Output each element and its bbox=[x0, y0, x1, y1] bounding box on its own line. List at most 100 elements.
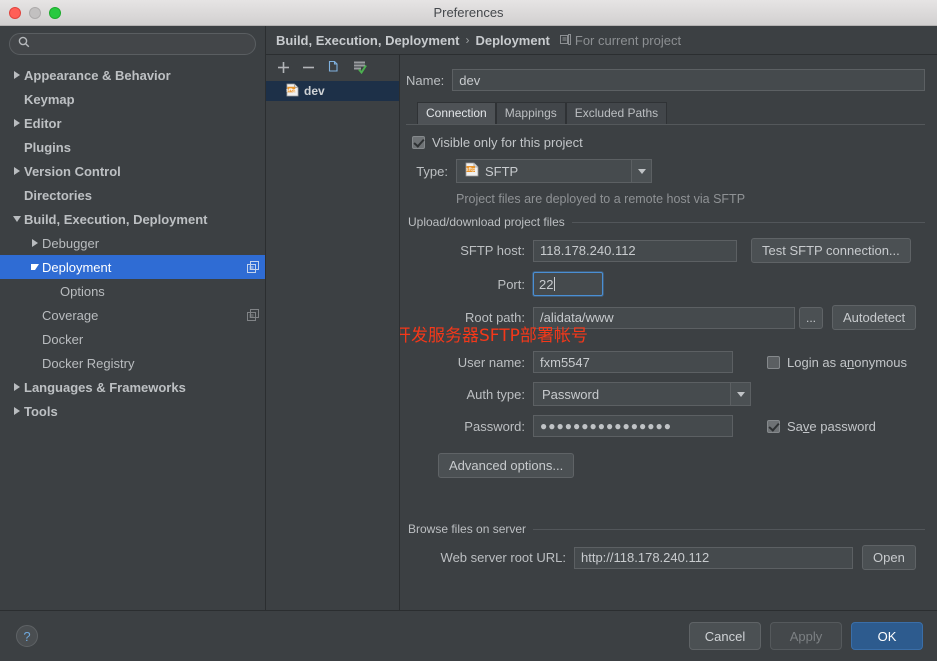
save-password-checkbox[interactable]: Save password bbox=[767, 419, 876, 434]
web-url-input[interactable] bbox=[574, 546, 853, 569]
port-input[interactable]: 22 bbox=[533, 272, 603, 296]
sidebar-item-build-execution-deployment[interactable]: Build, Execution, Deployment bbox=[0, 207, 265, 231]
sidebar-item-plugins[interactable]: Plugins bbox=[0, 135, 265, 159]
login-anonymous-checkbox[interactable]: Login as anonymous bbox=[767, 355, 907, 370]
breadcrumb-separator: › bbox=[465, 33, 470, 47]
sidebar-item-label: Languages & Frameworks bbox=[24, 379, 186, 395]
sidebar-item-options[interactable]: Options bbox=[0, 279, 265, 303]
chevron-right-icon[interactable] bbox=[10, 167, 24, 175]
breadcrumb-root[interactable]: Build, Execution, Deployment bbox=[276, 33, 459, 48]
checkbox-box bbox=[767, 419, 780, 433]
dialog-footer: ? Cancel Apply OK bbox=[0, 610, 937, 661]
type-combo[interactable]: sftp SFTP bbox=[456, 159, 652, 183]
connection-tabs: Connection Mappings Excluded Paths bbox=[417, 102, 925, 124]
search-input[interactable] bbox=[36, 37, 247, 51]
sidebar-item-label: Docker Registry bbox=[42, 355, 135, 371]
auth-type-combo[interactable]: Password bbox=[533, 382, 751, 406]
sidebar-item-deployment[interactable]: Deployment bbox=[0, 255, 265, 279]
visible-only-checkbox[interactable]: Visible only for this project bbox=[412, 135, 583, 150]
sidebar-item-keymap[interactable]: Keymap bbox=[0, 87, 265, 111]
login-anonymous-label: Login as anonymous bbox=[787, 354, 907, 370]
project-scope-icon bbox=[559, 33, 571, 48]
chevron-down-icon[interactable] bbox=[730, 383, 750, 405]
tab-excluded-paths[interactable]: Excluded Paths bbox=[565, 102, 668, 124]
search-box[interactable] bbox=[9, 33, 256, 55]
sidebar-item-appearance-behavior[interactable]: Appearance & Behavior bbox=[0, 63, 265, 87]
sidebar-item-label: Tools bbox=[24, 403, 58, 419]
sidebar-item-version-control[interactable]: Version Control bbox=[0, 159, 265, 183]
window-body: Appearance & Behavior Keymap Editor Plugins… bbox=[0, 26, 937, 610]
checkbox-box bbox=[412, 136, 425, 149]
name-input[interactable] bbox=[452, 69, 925, 91]
user-name-input[interactable] bbox=[533, 351, 733, 373]
help-button[interactable]: ? bbox=[16, 625, 38, 647]
password-value: ●●●●●●●●●●●●●●●● bbox=[540, 419, 672, 433]
sidebar-item-label: Appearance & Behavior bbox=[24, 67, 171, 83]
save-password-label: Save password bbox=[787, 418, 876, 434]
cancel-button[interactable]: Cancel bbox=[689, 622, 761, 650]
sidebar-item-label: Directories bbox=[24, 187, 92, 203]
settings-tree: Appearance & Behavior Keymap Editor Plugins… bbox=[0, 61, 265, 610]
settings-pane: Build, Execution, Deployment › Deploymen… bbox=[266, 26, 937, 610]
server-check-icon[interactable] bbox=[353, 60, 367, 74]
sidebar-item-editor[interactable]: Editor bbox=[0, 111, 265, 135]
chevron-right-icon[interactable] bbox=[28, 239, 42, 247]
sidebar-item-label: Version Control bbox=[24, 163, 121, 179]
type-row: Type: sftp SFTP bbox=[408, 159, 925, 183]
user-name-row: User name: Login as anonymous bbox=[408, 351, 925, 373]
search-icon bbox=[18, 35, 30, 53]
sidebar-item-label: Coverage bbox=[42, 307, 99, 323]
advanced-options-button[interactable]: Advanced options... bbox=[438, 453, 575, 478]
sidebar-item-directories[interactable]: Directories bbox=[0, 183, 265, 207]
password-input[interactable]: ●●●●●●●●●●●●●●●● bbox=[533, 415, 733, 437]
server-list-items: sftp dev bbox=[266, 79, 399, 610]
sidebar-item-debugger[interactable]: Debugger bbox=[0, 231, 265, 255]
password-row: Password: ●●●●●●●●●●●●●●●● Save password bbox=[408, 415, 925, 437]
chevron-right-icon[interactable] bbox=[10, 71, 24, 79]
name-label: Name: bbox=[406, 72, 445, 88]
browse-root-path-button[interactable]: ... bbox=[799, 306, 823, 329]
add-server-button[interactable] bbox=[277, 61, 290, 74]
chevron-down-icon[interactable] bbox=[10, 216, 24, 222]
password-label: Password: bbox=[464, 418, 525, 434]
type-hint-row: Project files are deployed to a remote h… bbox=[408, 192, 925, 206]
tab-mappings[interactable]: Mappings bbox=[495, 102, 566, 124]
connection-tab-panel: Visible only for this project Type: sftp… bbox=[406, 125, 925, 570]
remove-server-button[interactable] bbox=[302, 61, 315, 74]
title-bar: Preferences bbox=[0, 0, 937, 26]
chevron-down-icon[interactable] bbox=[631, 160, 651, 182]
upload-group-title: Upload/download project files bbox=[408, 215, 925, 229]
project-scope-icon bbox=[247, 261, 259, 273]
server-list-item[interactable]: sftp dev bbox=[266, 81, 399, 101]
test-sftp-connection-button[interactable]: Test SFTP connection... bbox=[751, 238, 911, 263]
sidebar-item-coverage[interactable]: Coverage bbox=[0, 303, 265, 327]
chevron-right-icon[interactable] bbox=[10, 407, 24, 415]
tab-connection[interactable]: Connection bbox=[417, 102, 496, 124]
auth-type-label: Auth type: bbox=[466, 386, 525, 402]
chevron-down-icon[interactable] bbox=[28, 264, 42, 270]
chevron-right-icon[interactable] bbox=[10, 119, 24, 127]
ok-button[interactable]: OK bbox=[851, 622, 923, 650]
svg-text:sftp: sftp bbox=[466, 167, 475, 173]
chevron-right-icon[interactable] bbox=[10, 383, 24, 391]
server-list-item-label: dev bbox=[304, 84, 325, 98]
sidebar-item-docker[interactable]: Docker bbox=[0, 327, 265, 351]
open-url-button[interactable]: Open bbox=[862, 545, 916, 570]
visible-only-label: Visible only for this project bbox=[432, 135, 583, 150]
sftp-host-input[interactable] bbox=[533, 239, 737, 262]
port-value: 22 bbox=[539, 276, 554, 292]
server-list-toolbar bbox=[266, 55, 399, 79]
web-url-row: Web server root URL: Open bbox=[408, 545, 925, 570]
browse-group-label: Browse files on server bbox=[408, 522, 527, 536]
sidebar-search bbox=[0, 26, 265, 61]
sidebar-item-docker-registry[interactable]: Docker Registry bbox=[0, 351, 265, 375]
apply-button: Apply bbox=[770, 622, 842, 650]
root-path-input[interactable] bbox=[533, 306, 795, 329]
settings-sidebar: Appearance & Behavior Keymap Editor Plugins… bbox=[0, 26, 266, 610]
sidebar-item-label: Options bbox=[60, 283, 105, 299]
type-hint: Project files are deployed to a remote h… bbox=[456, 192, 746, 206]
autodetect-button[interactable]: Autodetect bbox=[832, 305, 917, 330]
sidebar-item-languages-frameworks[interactable]: Languages & Frameworks bbox=[0, 375, 265, 399]
sidebar-item-tools[interactable]: Tools bbox=[0, 399, 265, 423]
copy-server-button[interactable] bbox=[327, 60, 341, 74]
